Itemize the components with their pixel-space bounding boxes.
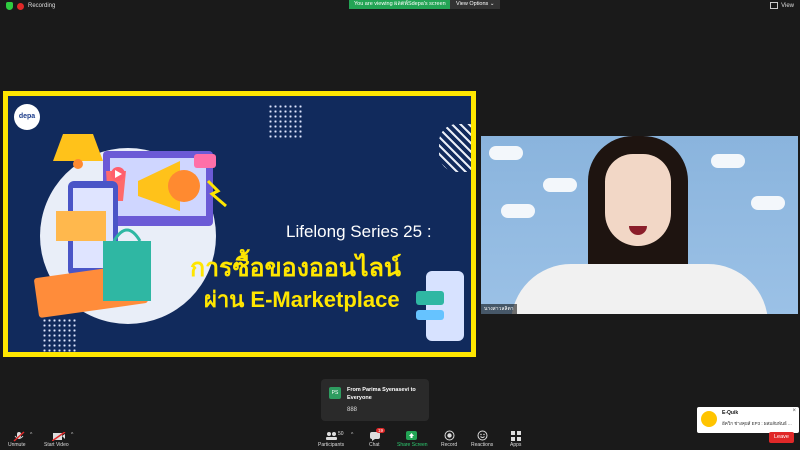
grid-icon: [770, 2, 779, 9]
wallpaper-cloud: [543, 178, 577, 192]
wallpaper-cloud: [751, 196, 785, 210]
chat-label: Chat: [369, 442, 380, 448]
viewing-screen-banner: You are viewing ผลตพ์Sdepa's screen: [349, 0, 451, 9]
close-icon[interactable]: ×: [792, 408, 796, 414]
record-label: Record: [441, 442, 458, 448]
chat-notification[interactable]: PS From Parima Syenasevi to Everyone 888: [321, 379, 429, 421]
sender-avatar: PS: [329, 387, 341, 399]
view-button[interactable]: View: [770, 2, 794, 9]
video-off-icon: [52, 432, 66, 441]
chevron-up-icon[interactable]: ^: [71, 432, 73, 438]
leave-button[interactable]: Leave: [769, 432, 794, 443]
chevron-down-icon: ⌄: [489, 1, 495, 7]
wallpaper-cloud: [711, 154, 745, 168]
participants-icon: [326, 432, 337, 440]
start-video-label: Start Video: [44, 442, 69, 448]
microphone-muted-icon: [13, 431, 25, 442]
view-options-button[interactable]: View Options ⌄: [450, 0, 501, 9]
reactions-icon: [477, 430, 488, 441]
chevron-up-icon[interactable]: ^: [351, 432, 353, 438]
participants-label: Participants: [318, 442, 345, 448]
chat-message: 888: [347, 407, 358, 413]
slide-subtitle: ผ่าน E-Marketplace: [204, 287, 400, 312]
record-dot-icon: [17, 2, 24, 10]
person-shirt: [511, 264, 768, 314]
participant-name-tag: นางสาวลลิตา: [481, 304, 517, 314]
chevron-up-icon[interactable]: ^: [30, 432, 32, 438]
shield-icon: [6, 2, 13, 10]
record-icon: [444, 430, 455, 441]
apps-label: Apps: [510, 442, 522, 448]
shared-screen: depa Lifelong Series 25: การซื้อของออนไ…: [3, 91, 476, 357]
share-screen-icon: [406, 431, 417, 440]
wallpaper-cloud: [501, 204, 535, 218]
participants-count: 50: [338, 431, 344, 437]
app-icon: [701, 411, 717, 427]
top-bar: Recording You are viewing ผลตพ์Sdepa's s…: [0, 0, 800, 13]
system-notification[interactable]: E-Quik อีควิก ช่างคุยส์ EP3 : ผสมสัมพันธ…: [697, 407, 799, 433]
speaker-video[interactable]: นางสาวลลิตา: [481, 136, 798, 314]
slide-content: depa Lifelong Series 25: การซื้อของออนไ…: [8, 96, 471, 352]
notification-body: อีควิก ช่างคุยส์ EP3 : ผสมสัมพันธ์ ...: [722, 421, 792, 426]
recording-indicator: Recording: [6, 2, 55, 10]
slide-series-title: Lifelong Series 25 :: [286, 222, 432, 241]
chat-sender: From Parima Syenasevi to Everyone: [347, 387, 416, 401]
apps-icon: [511, 431, 521, 441]
view-options-label: View Options: [456, 1, 489, 7]
chat-badge: 19: [376, 428, 386, 433]
share-screen-label: Share Screen: [397, 442, 428, 448]
unmute-label: Unmute: [8, 442, 26, 448]
wallpaper-cloud: [489, 146, 523, 160]
view-label: View: [781, 2, 794, 9]
notification-title: E-Quik: [722, 410, 739, 416]
reactions-label: Reactions: [471, 442, 494, 448]
recording-label: Recording: [28, 3, 56, 9]
